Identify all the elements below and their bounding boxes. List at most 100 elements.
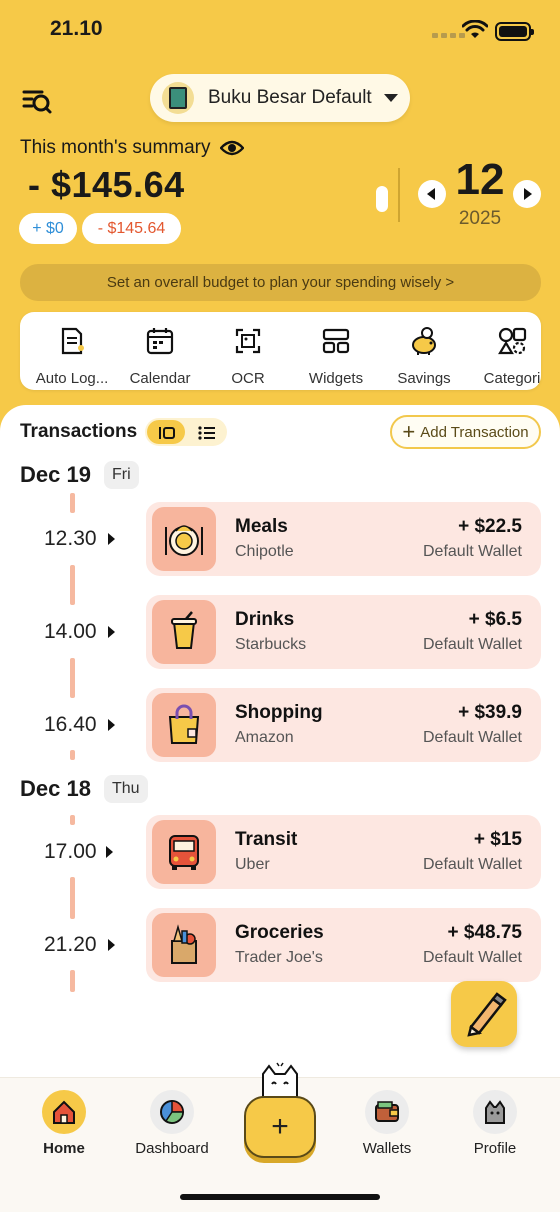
caret-right-icon xyxy=(108,533,115,545)
nav-label: Wallets xyxy=(362,1140,412,1157)
transaction-category: Drinks xyxy=(235,609,295,630)
tool-ocr[interactable]: OCR xyxy=(204,326,292,387)
income-chip: + $0 xyxy=(19,213,77,244)
add-transaction-label: Add Transaction xyxy=(420,423,529,441)
meals-icon xyxy=(152,507,216,571)
tool-auto-log[interactable]: Auto Log... xyxy=(28,326,116,387)
transaction-row[interactable]: Drinks Starbucks + $6.5 Default Wallet xyxy=(146,595,541,669)
timeline-dash xyxy=(70,877,75,919)
nav-home[interactable]: Home xyxy=(14,1090,114,1157)
tool-label: Savings xyxy=(397,370,451,387)
tool-label: Categori xyxy=(483,370,541,387)
transaction-note: Uber xyxy=(235,856,270,873)
battery-icon xyxy=(495,22,534,41)
month-total: - $145.64 xyxy=(28,164,185,205)
add-record-button[interactable]: + xyxy=(244,1096,316,1158)
transaction-note: Chipotle xyxy=(235,543,294,560)
ocr-scan-icon xyxy=(235,328,261,354)
quick-note-button[interactable] xyxy=(451,981,517,1047)
tool-savings[interactable]: Savings xyxy=(380,326,468,387)
transaction-category: Meals xyxy=(235,516,288,537)
transaction-wallet: Default Wallet xyxy=(423,543,522,560)
wallet-icon xyxy=(365,1090,409,1134)
current-month: 12 xyxy=(455,155,505,204)
pie-chart-icon xyxy=(150,1090,194,1134)
transaction-note: Amazon xyxy=(235,729,294,746)
tool-categories[interactable]: Categori xyxy=(468,326,541,387)
home-icon xyxy=(42,1090,86,1134)
nav-wallets[interactable]: Wallets xyxy=(337,1090,437,1157)
timeline-dash xyxy=(70,750,75,760)
transaction-row[interactable]: Meals Chipotle + $22.5 Default Wallet xyxy=(146,502,541,576)
groceries-icon xyxy=(152,913,216,977)
calendar-icon xyxy=(146,328,174,355)
transaction-time: 12.30 xyxy=(44,527,97,550)
transaction-amount: + $39.9 xyxy=(458,702,522,723)
caret-right-icon xyxy=(108,939,115,951)
day-of-week-badge: Thu xyxy=(104,775,148,803)
transaction-category: Groceries xyxy=(235,922,324,943)
transaction-time: 16.40 xyxy=(44,713,97,736)
pencil-icon xyxy=(467,992,507,1037)
transactions-title: Transactions xyxy=(20,421,138,442)
transaction-amount: + $22.5 xyxy=(458,516,522,537)
plus-icon: + xyxy=(402,419,416,444)
summary-title: This month's summary xyxy=(20,137,211,158)
timeline-dash xyxy=(70,815,75,825)
list-view-icon[interactable] xyxy=(198,425,216,441)
tool-label: Widgets xyxy=(308,370,364,387)
drinks-icon xyxy=(152,600,216,664)
caret-right-icon xyxy=(106,846,113,858)
transaction-row[interactable]: Groceries Trader Joe's + $48.75 Default … xyxy=(146,908,541,982)
day-of-week-badge: Fri xyxy=(104,461,139,489)
shopping-bag-icon xyxy=(152,693,216,757)
transaction-row[interactable]: Shopping Amazon + $39.9 Default Wallet xyxy=(146,688,541,762)
widgets-icon xyxy=(322,328,350,354)
tool-label: OCR xyxy=(231,370,265,387)
timeline-dash xyxy=(70,970,75,992)
transaction-wallet: Default Wallet xyxy=(423,856,522,873)
auto-log-icon xyxy=(61,327,84,355)
ledger-name: Buku Besar Default xyxy=(208,87,372,108)
transaction-note: Starbucks xyxy=(235,636,307,653)
cat-avatar-icon xyxy=(473,1090,517,1134)
ledger-book-icon xyxy=(162,82,194,114)
transaction-wallet: Default Wallet xyxy=(423,949,522,966)
tool-label: Auto Log... xyxy=(35,370,109,387)
nav-profile[interactable]: Profile xyxy=(445,1090,545,1157)
date-header: Dec 19 xyxy=(20,462,91,487)
timeline-view-icon[interactable] xyxy=(158,425,176,441)
tool-calendar[interactable]: Calendar xyxy=(116,326,204,387)
transaction-wallet: Default Wallet xyxy=(423,729,522,746)
current-year: 2025 xyxy=(458,208,502,229)
transaction-time: 14.00 xyxy=(44,620,97,643)
status-time: 21.10 xyxy=(50,17,103,40)
prev-month-button[interactable] xyxy=(418,180,446,208)
menu-search-icon[interactable] xyxy=(20,84,54,118)
timeline-dash xyxy=(70,493,75,513)
summary-toggle-handle[interactable] xyxy=(376,186,388,212)
nav-dashboard[interactable]: Dashboard xyxy=(122,1090,222,1157)
caret-right-icon xyxy=(108,719,115,731)
next-month-button[interactable] xyxy=(513,180,541,208)
home-indicator xyxy=(180,1194,380,1200)
divider xyxy=(398,168,400,222)
tool-label: Calendar xyxy=(129,370,191,387)
transaction-amount: + $48.75 xyxy=(447,922,523,943)
ledger-selector[interactable]: Buku Besar Default xyxy=(150,74,410,122)
status-bar: 21.10 xyxy=(0,0,560,60)
chevron-left-icon xyxy=(427,188,435,200)
bus-icon xyxy=(152,820,216,884)
nav-label: Dashboard xyxy=(135,1140,209,1157)
tool-widgets[interactable]: Widgets xyxy=(292,326,380,387)
chevron-right-icon xyxy=(524,188,532,200)
transaction-category: Shopping xyxy=(235,702,323,723)
categories-icon xyxy=(498,327,527,355)
budget-prompt-banner[interactable]: Set an overall budget to plan your spend… xyxy=(20,264,541,301)
timeline-dash xyxy=(70,565,75,605)
add-transaction-button[interactable]: + Add Transaction xyxy=(390,415,541,449)
eye-icon[interactable] xyxy=(220,138,244,158)
transaction-category: Transit xyxy=(235,829,298,850)
transaction-row[interactable]: Transit Uber + $15 Default Wallet xyxy=(146,815,541,889)
tools-row: Auto Log... Calendar OCR Widgets Savings… xyxy=(20,312,541,390)
